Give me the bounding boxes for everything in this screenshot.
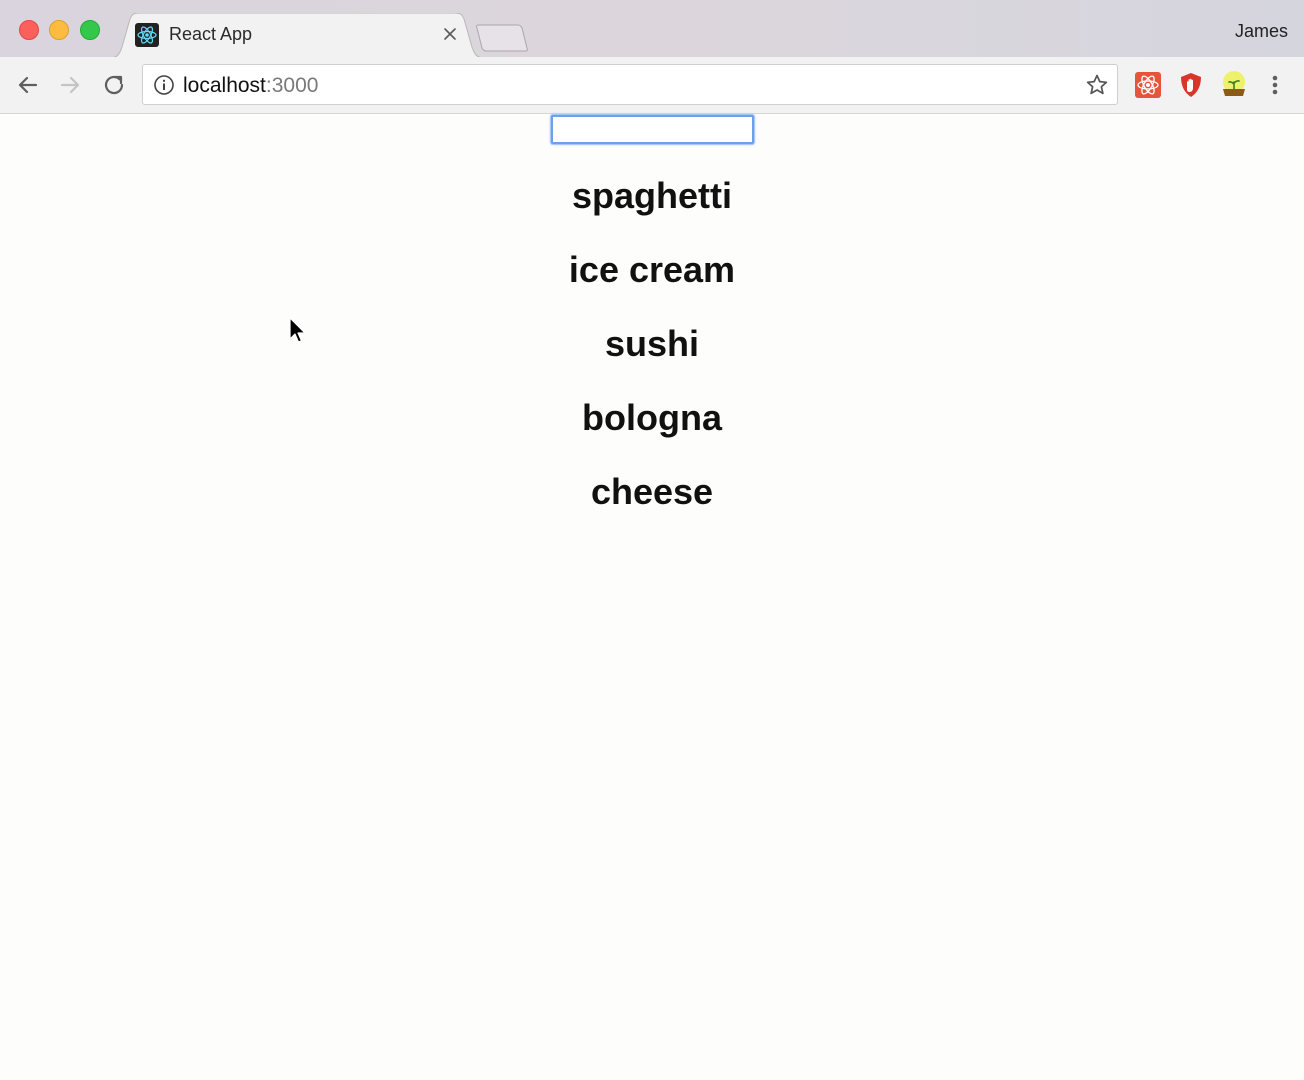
tab-shape — [110, 13, 484, 58]
url-host: localhost — [183, 74, 266, 97]
window-close-button[interactable] — [19, 20, 39, 40]
profile-name[interactable]: James — [1235, 21, 1288, 42]
list-item: ice cream — [568, 249, 736, 290]
browser-toolbar: localhost:3000 — [0, 57, 1304, 114]
window-minimize-button[interactable] — [49, 20, 69, 40]
list-item: sushi — [604, 323, 700, 364]
page-viewport: spaghetti ice cream sushi bologna cheese — [0, 114, 1304, 1080]
react-logo-icon — [135, 23, 159, 47]
list-item: spaghetti — [571, 175, 732, 216]
list-item: cheese — [590, 471, 714, 512]
forward-arrow-icon[interactable] — [56, 71, 84, 99]
address-bar[interactable]: localhost:3000 — [142, 64, 1118, 105]
kebab-menu-icon[interactable] — [1262, 71, 1288, 99]
window-maximize-button[interactable] — [80, 20, 100, 40]
tab-strip: React App James — [0, 0, 1304, 58]
react-devtools-extension-icon[interactable] — [1134, 71, 1162, 99]
reload-icon[interactable] — [100, 71, 128, 99]
plant-extension-icon[interactable] — [1220, 71, 1248, 99]
tab-close-icon[interactable] — [441, 25, 459, 43]
new-tab-button[interactable] — [474, 24, 532, 52]
info-icon[interactable] — [153, 74, 175, 96]
tab-title: React App — [169, 24, 253, 44]
mouse-cursor-icon — [289, 317, 306, 343]
address-url: localhost:3000 — [183, 74, 318, 98]
food-list: spaghetti ice cream sushi bologna cheese — [0, 174, 1304, 544]
url-port: :3000 — [265, 74, 319, 97]
ublock-extension-icon[interactable] — [1177, 71, 1205, 99]
back-arrow-icon[interactable] — [14, 71, 42, 99]
search-input[interactable] — [550, 115, 754, 144]
list-item: bologna — [582, 397, 722, 438]
bookmark-star-icon[interactable] — [1085, 73, 1109, 97]
tab-react-app[interactable]: React App — [110, 13, 484, 58]
browser-window: React App James localhost:3000 spaghetti… — [0, 0, 1304, 1080]
